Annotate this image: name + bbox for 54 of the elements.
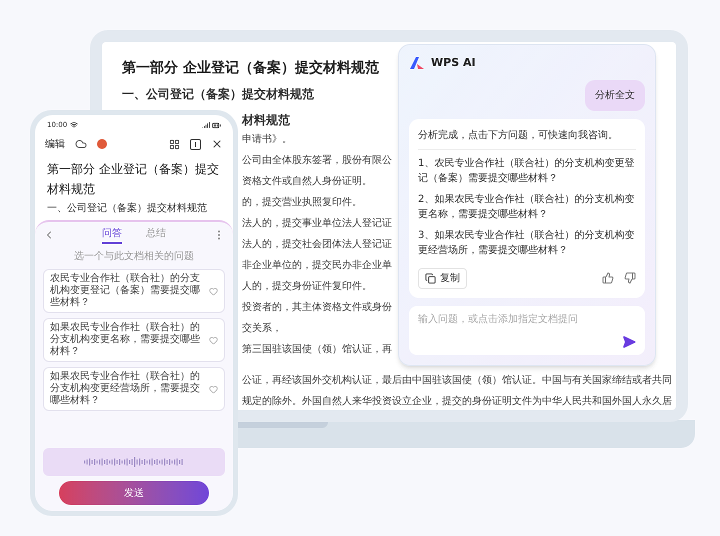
question-text: 农民专业合作社（联合社）的分支机构变更登记（备案）需要提交哪些材料？	[50, 273, 201, 309]
suggested-question[interactable]: 1、农民专业合作社（联合社）的分支机构变更登记（备案）需要提交哪些材料？	[418, 156, 636, 186]
send-button[interactable]: 发送	[59, 481, 209, 505]
document-line: 非企业单位的，提交民办非企业单	[242, 258, 392, 273]
thumbs-up-icon[interactable]	[602, 272, 614, 284]
heart-icon[interactable]	[209, 336, 218, 344]
voice-input[interactable]	[43, 448, 225, 476]
brand-name: WPS AI	[431, 55, 476, 71]
document-heading: 一、公司登记（备案）提交材料规范	[122, 86, 314, 103]
phone-document-title: 第一部分 企业登记（备案）提交材料规范	[46, 161, 220, 198]
edit-button[interactable]: 编辑	[45, 136, 65, 152]
suggested-question[interactable]: 2、如果农民专业合作社（联合社）的分支机构变更名称，需要提交哪些材料？	[418, 192, 636, 222]
document-line: 人的，提交身份证件复印件。	[242, 280, 372, 294]
heart-icon[interactable]	[209, 286, 218, 296]
send-icon[interactable]	[622, 335, 636, 349]
page-count-icon[interactable]	[190, 138, 201, 150]
cloud-icon[interactable]	[75, 138, 87, 150]
tab[interactable]: 问答	[102, 226, 122, 244]
question-input[interactable]: 输入问题，或点击添加指定文档提问	[409, 306, 645, 355]
document-line: 第三国驻该国使（领）馆认证，再	[242, 342, 392, 357]
close-icon[interactable]	[211, 138, 223, 150]
question-input-field[interactable]: 输入问题，或点击添加指定文档提问	[418, 312, 636, 326]
reply-intro: 分析完成，点击下方问题，可快速向我咨询。	[418, 128, 636, 150]
heart-icon[interactable]	[209, 384, 218, 394]
document-line: 法人的，提交事业单位法人登记证	[242, 216, 392, 231]
suggested-question[interactable]: 3、如果农民专业合作社（联合社）的分支机构变更经营场所，需要提交哪些材料？	[418, 228, 636, 258]
phone-document-heading: 一、公司登记（备案）提交材料规范	[46, 202, 208, 216]
question-card[interactable]: 农民专业合作社（联合社）的分支机构变更登记（备案）需要提交哪些材料？	[43, 269, 225, 313]
signal-icon	[202, 121, 210, 129]
question-text: 如果农民专业合作社（联合社）的分支机构变更经营场所，需要提交哪些材料？	[50, 371, 201, 407]
document-line: 公司由全体股东签署，股份有限公	[242, 154, 392, 168]
document-line: 投资者的，其主体资格文件或身份	[242, 300, 392, 315]
document-title: 第一部分 企业登记（备案）提交材料规范	[122, 58, 379, 78]
user-message: 分析全文	[585, 80, 645, 110]
avatar-icon[interactable]	[97, 139, 107, 149]
question-card[interactable]: 如果农民专业合作社（联合社）的分支机构变更经营场所，需要提交哪些材料？	[43, 367, 225, 411]
sheet-hint: 选一个与此文档相关的问题	[73, 250, 195, 264]
document-line: 申请书》。	[242, 132, 292, 147]
document-subheading: 材料规范	[242, 112, 290, 129]
document-line: 规定的除外。外国自然人来华投资设立企业，提交的身份证明文件为中华人民共和国外国人永久居	[242, 394, 672, 409]
battery-icon	[212, 120, 221, 130]
question-card[interactable]: 如果农民专业合作社（联合社）的分支机构变更名称，需要提交哪些材料？	[43, 318, 225, 362]
document-line: 交关系，	[242, 322, 282, 336]
grid-icon[interactable]	[169, 138, 180, 150]
copy-button[interactable]: 复制	[418, 268, 467, 288]
copy-icon	[425, 272, 436, 284]
thumbs-down-icon[interactable]	[624, 272, 636, 284]
document-line: 的，提交营业执照复印件。	[242, 196, 362, 210]
wifi-icon	[70, 121, 78, 129]
document-line: 资格文件或自然人身份证明。	[242, 174, 372, 189]
document-line: 公证，再经该国外交机构认证，最后由中国驻该国使（领）馆认证。中国与有关国家缔结或者共同	[242, 374, 672, 388]
question-text: 如果农民专业合作社（联合社）的分支机构变更名称，需要提交哪些材料？	[50, 322, 201, 358]
logo-icon	[409, 56, 425, 70]
document-line: 法人的，提交社会团体法人登记证	[242, 238, 392, 252]
